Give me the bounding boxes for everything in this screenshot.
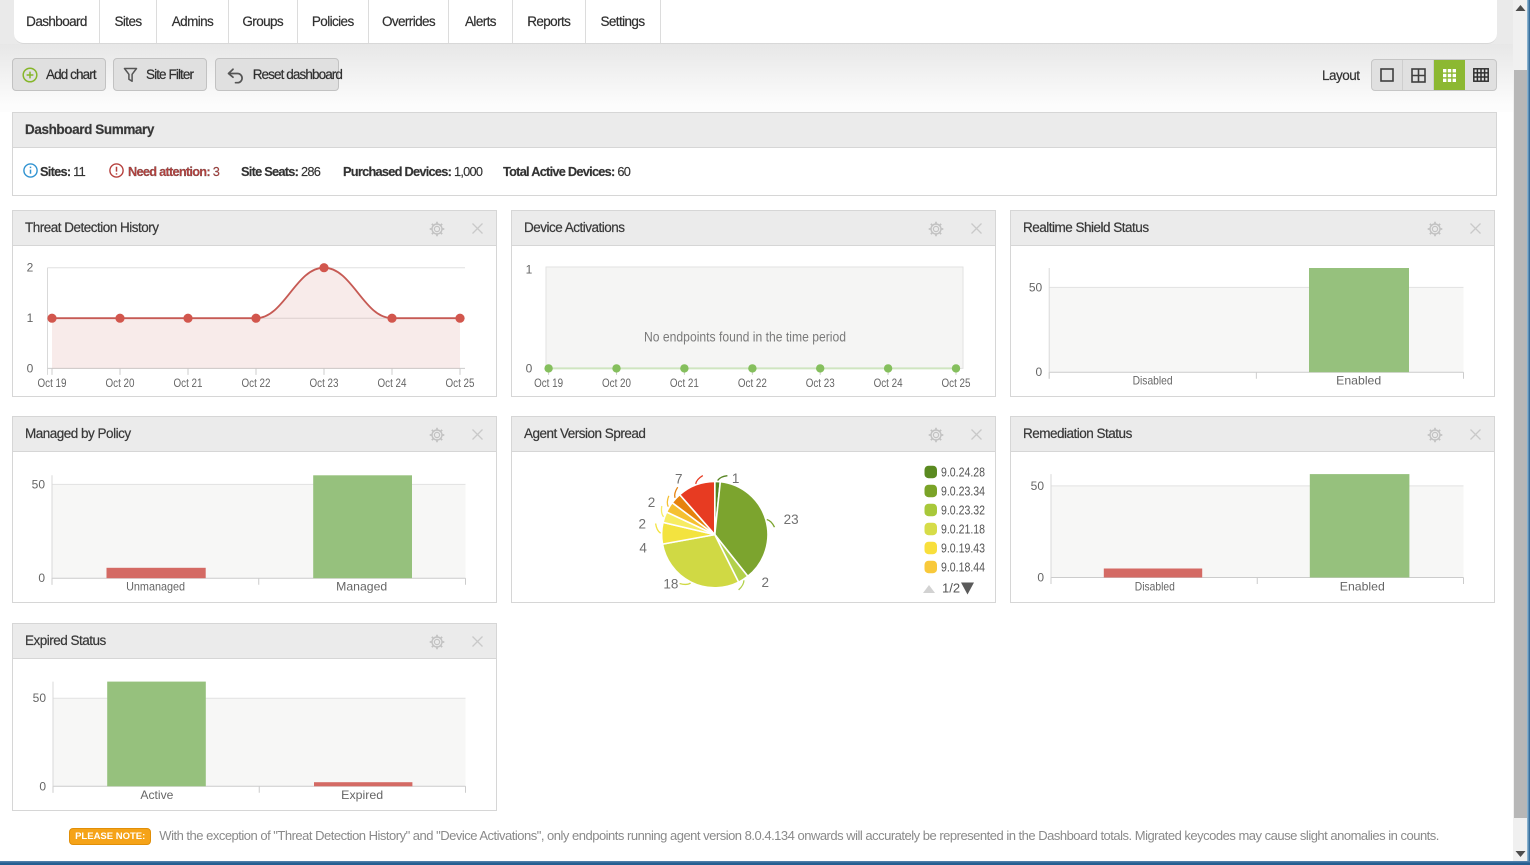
svg-text:9.0.18.44: 9.0.18.44	[941, 560, 985, 575]
svg-text:Oct 23: Oct 23	[310, 376, 339, 390]
svg-text:9.0.24.28: 9.0.24.28	[941, 465, 985, 480]
svg-text:2: 2	[648, 495, 656, 510]
svg-text:0: 0	[526, 361, 533, 375]
svg-text:Enabled: Enabled	[1336, 374, 1381, 388]
svg-text:2: 2	[27, 261, 34, 275]
svg-text:No endpoints found in the time: No endpoints found in the time period	[644, 330, 846, 345]
svg-text:0: 0	[1037, 571, 1044, 585]
svg-text:Oct 21: Oct 21	[174, 376, 203, 390]
svg-text:9.0.23.34: 9.0.23.34	[941, 484, 985, 499]
svg-text:Disabled: Disabled	[1133, 374, 1173, 388]
svg-text:Oct 23: Oct 23	[806, 376, 835, 390]
svg-text:0: 0	[27, 361, 34, 375]
svg-text:4: 4	[639, 541, 647, 556]
svg-text:7: 7	[675, 472, 683, 487]
svg-text:9.0.23.32: 9.0.23.32	[941, 503, 985, 518]
svg-text:50: 50	[32, 477, 46, 491]
svg-text:Enabled: Enabled	[1340, 580, 1385, 594]
svg-text:Oct 21: Oct 21	[670, 376, 699, 390]
svg-text:1/2: 1/2	[942, 581, 960, 596]
svg-text:Oct 22: Oct 22	[242, 376, 271, 390]
svg-text:50: 50	[1031, 479, 1045, 493]
svg-text:1: 1	[732, 471, 740, 486]
svg-text:Oct 25: Oct 25	[446, 376, 475, 390]
svg-text:9.0.21.18: 9.0.21.18	[941, 522, 985, 537]
svg-text:Oct 24: Oct 24	[378, 376, 407, 390]
svg-text:0: 0	[1036, 365, 1043, 379]
svg-text:Managed: Managed	[336, 580, 387, 594]
svg-text:9.0.19.43: 9.0.19.43	[941, 541, 985, 556]
svg-text:Disabled: Disabled	[1135, 580, 1175, 594]
svg-text:Oct 19: Oct 19	[38, 376, 67, 390]
svg-text:2: 2	[638, 517, 646, 532]
svg-text:Expired: Expired	[341, 788, 383, 802]
svg-text:0: 0	[39, 779, 46, 793]
svg-text:Unmanaged: Unmanaged	[126, 580, 185, 594]
svg-text:1: 1	[27, 311, 34, 325]
svg-text:0: 0	[38, 571, 45, 585]
svg-text:1: 1	[526, 263, 533, 277]
svg-text:Oct 25: Oct 25	[942, 376, 971, 390]
svg-text:50: 50	[1029, 280, 1043, 294]
svg-text:Oct 22: Oct 22	[738, 376, 767, 390]
svg-text:50: 50	[33, 691, 47, 705]
svg-text:Oct 20: Oct 20	[106, 376, 135, 390]
svg-text:Active: Active	[140, 788, 173, 802]
svg-text:18: 18	[663, 577, 678, 592]
svg-text:23: 23	[784, 512, 799, 527]
svg-text:Oct 24: Oct 24	[874, 376, 903, 390]
svg-text:Oct 19: Oct 19	[534, 376, 563, 390]
svg-text:Oct 20: Oct 20	[602, 376, 631, 390]
svg-text:2: 2	[761, 575, 769, 590]
